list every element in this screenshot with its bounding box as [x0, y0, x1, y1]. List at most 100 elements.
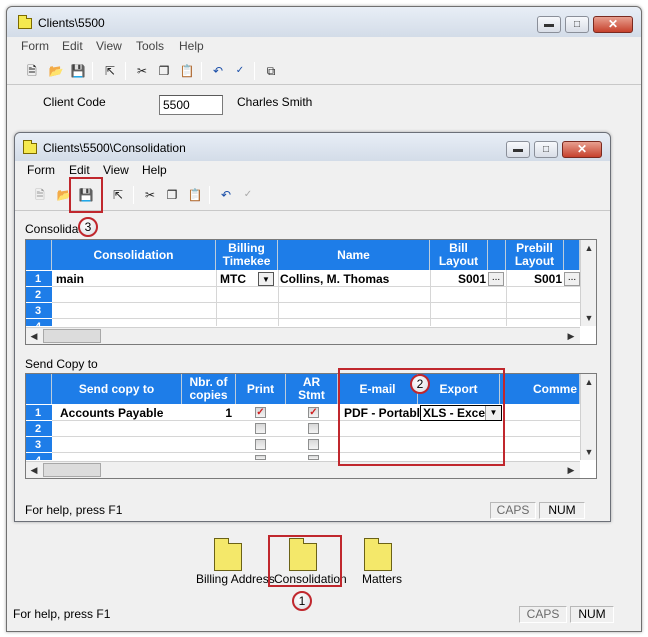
cell-prebill-layout[interactable]: S001 — [530, 271, 562, 287]
scroll-down-icon[interactable]: ▼ — [581, 310, 596, 326]
consolidation-grid[interactable]: Consolidation Billing Timekee Name Bill … — [25, 239, 597, 345]
undo-icon[interactable]: ↶ — [209, 62, 227, 80]
menu-form[interactable]: Form — [21, 39, 49, 53]
billing-address-icon[interactable] — [214, 538, 242, 571]
scroll-up-icon[interactable]: ▲ — [581, 240, 596, 256]
cell-copies[interactable]: 1 — [186, 405, 232, 421]
inner-minimize-button[interactable]: ▬ — [506, 141, 530, 158]
matters-icon[interactable] — [364, 538, 392, 571]
header-send-copy-to[interactable]: Send copy to — [52, 374, 182, 404]
new-icon[interactable]: 🗎 — [23, 62, 41, 80]
header-bill-layout[interactable]: Bill Layout — [430, 240, 488, 270]
copy-icon[interactable]: ❐ — [155, 62, 173, 80]
scroll-up-icon[interactable]: ▲ — [581, 374, 596, 390]
print-checkbox[interactable] — [255, 455, 266, 460]
paste-icon[interactable]: 📋 — [178, 62, 196, 80]
header-print[interactable]: Print — [236, 374, 286, 404]
callout-badge-2: 2 — [410, 374, 430, 394]
header-consolidation[interactable]: Consolidation — [52, 240, 216, 270]
scroll-left-icon[interactable]: ◀ — [26, 328, 42, 344]
ar-stmt-checkbox[interactable] — [308, 439, 319, 450]
cut-icon[interactable]: ✂ — [133, 62, 151, 80]
send-copy-vscrollbar[interactable]: ▲ ▼ — [580, 374, 596, 460]
inner-restore-button[interactable]: □ — [534, 141, 558, 158]
header-comments[interactable]: Comme — [500, 374, 580, 404]
outer-title-bar[interactable]: Clients\5500 ▬ □ ✕ — [7, 7, 641, 37]
undo-icon[interactable]: ↶ — [217, 186, 235, 204]
bill-layout-browse-button[interactable]: ... — [488, 272, 504, 286]
up-folder-icon[interactable]: ⇱ — [109, 186, 127, 204]
row-number: 3 — [26, 302, 52, 318]
cell-send-copy-to[interactable]: Accounts Payable — [60, 405, 180, 421]
scroll-right-icon[interactable]: ▶ — [563, 328, 579, 344]
header-nbr-copies[interactable]: Nbr. of copies — [182, 374, 236, 404]
inner-menu-view[interactable]: View — [103, 163, 129, 177]
inner-menu-help[interactable]: Help — [142, 163, 167, 177]
paste-icon[interactable]: 📋 — [186, 186, 204, 204]
prebill-layout-browse-button[interactable]: ... — [564, 272, 580, 286]
new-icon[interactable]: 🗎 — [31, 186, 49, 204]
menu-view[interactable]: View — [96, 39, 122, 53]
col-divider — [506, 270, 507, 326]
header-name[interactable]: Name — [278, 240, 430, 270]
cell-name[interactable]: Collins, M. Thomas — [280, 271, 428, 287]
inner-close-button[interactable]: ✕ — [562, 141, 602, 158]
toolbar-separator — [201, 62, 202, 80]
inner-menu-edit[interactable]: Edit — [69, 163, 90, 177]
copy-icon[interactable]: ❐ — [163, 186, 181, 204]
send-copy-grid[interactable]: Send copy to Nbr. of copies Print AR Stm… — [25, 373, 597, 479]
inner-menu-bar: Form Edit View Help — [15, 163, 610, 181]
send-copy-section-label: Send Copy to — [25, 357, 98, 371]
toolbar-separator — [254, 62, 255, 80]
ar-stmt-checkbox[interactable]: ✓ — [308, 407, 319, 418]
minimize-button[interactable]: ▬ — [537, 16, 561, 33]
inner-menu-form[interactable]: Form — [27, 163, 55, 177]
cell-bill-layout[interactable]: S001 — [454, 271, 486, 287]
spellcheck-icon[interactable]: ✓ — [239, 186, 257, 204]
scroll-left-icon[interactable]: ◀ — [26, 462, 42, 478]
header-ar-stmt[interactable]: AR Stmt — [286, 374, 338, 404]
ar-stmt-checkbox[interactable] — [308, 455, 319, 460]
ar-stmt-checkbox[interactable] — [308, 423, 319, 434]
toolbar-separator — [133, 186, 134, 204]
grid-corner — [26, 374, 52, 404]
print-checkbox[interactable]: ✓ — [255, 407, 266, 418]
close-button[interactable]: ✕ — [593, 16, 633, 33]
scroll-down-icon[interactable]: ▼ — [581, 444, 596, 460]
header-billing-timekeeper[interactable]: Billing Timekee — [216, 240, 278, 270]
header-bill-layout-btn — [488, 240, 506, 270]
cut-icon[interactable]: ✂ — [141, 186, 159, 204]
windows-icon[interactable]: ⧉ — [262, 62, 280, 80]
col-divider — [430, 270, 431, 326]
consolidation-vscrollbar[interactable]: ▲ ▼ — [580, 240, 596, 326]
up-folder-icon[interactable]: ⇱ — [101, 62, 119, 80]
print-checkbox[interactable] — [255, 439, 266, 450]
print-checkbox[interactable] — [255, 423, 266, 434]
client-code-label: Client Code — [43, 95, 106, 109]
matters-label[interactable]: Matters — [362, 572, 402, 586]
spellcheck-icon[interactable]: ✓ — [231, 62, 249, 80]
consolidation-hscrollbar[interactable]: ◀ ▶ — [26, 327, 580, 344]
menu-edit[interactable]: Edit — [62, 39, 83, 53]
menu-help[interactable]: Help — [179, 39, 204, 53]
timekeeper-dropdown-icon[interactable]: ▼ — [258, 272, 274, 286]
inner-status-caps: CAPS — [490, 502, 536, 519]
save-icon[interactable]: 💾 — [69, 62, 87, 80]
restore-button[interactable]: □ — [565, 16, 589, 33]
outer-toolbar: 🗎 📂 💾 ⇱ ✂ ❐ 📋 ↶ ✓ ⧉ — [7, 59, 641, 85]
header-prebill-layout[interactable]: Prebill Layout — [506, 240, 564, 270]
client-code-input[interactable]: 5500 — [159, 95, 223, 115]
menu-tools[interactable]: Tools — [136, 39, 164, 53]
inner-title-bar[interactable]: Clients\5500\Consolidation ▬ □ ✕ — [15, 133, 610, 161]
inner-status-help: For help, press F1 — [25, 503, 123, 517]
open-icon[interactable]: 📂 — [47, 62, 65, 80]
scroll-thumb[interactable] — [43, 463, 101, 477]
callout-box-consolidation — [268, 535, 342, 587]
outer-window-title: Clients\5500 — [38, 16, 105, 30]
scroll-thumb[interactable] — [43, 329, 101, 343]
cell-billing-timekeeper[interactable]: MTC — [220, 271, 256, 287]
scroll-right-icon[interactable]: ▶ — [563, 462, 579, 478]
billing-address-label[interactable]: Billing Address — [196, 572, 275, 586]
grid-corner — [26, 240, 52, 270]
cell-consolidation[interactable]: main — [56, 271, 212, 287]
